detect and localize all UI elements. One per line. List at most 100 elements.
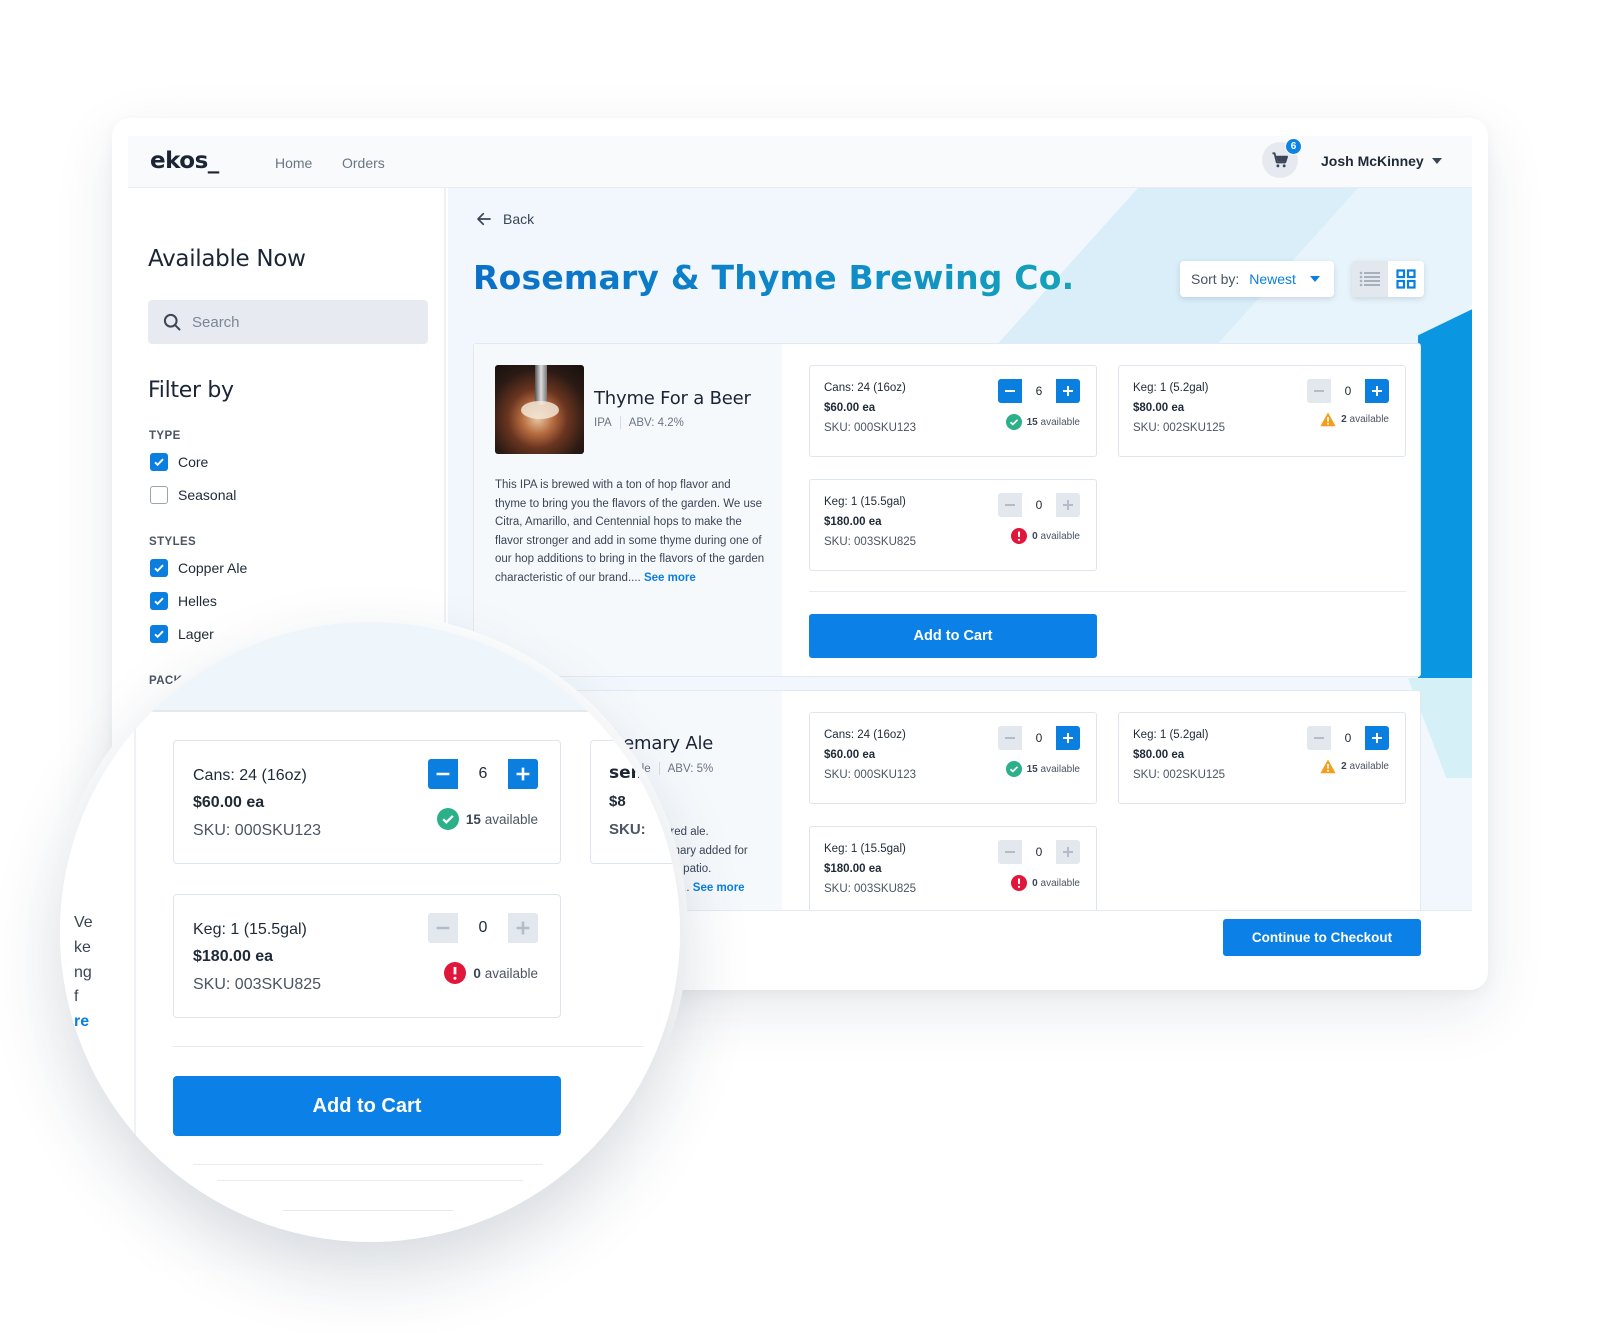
quantity-input[interactable] [1022,840,1056,864]
error-circle-icon [1011,875,1028,891]
checkbox-checked-icon[interactable] [150,559,168,577]
variant-sku: SKU: 000SKU123 [824,422,917,434]
search-input[interactable] [192,313,412,331]
decrement-button[interactable] [1307,379,1331,403]
checkbox-checked-icon[interactable] [150,453,168,471]
available-count: 0 [473,965,481,981]
filter-option-helles[interactable]: Helles [150,592,217,610]
list-view-button[interactable] [1352,261,1388,297]
product-style: IPA [594,416,612,429]
description-text: emary added for [664,844,748,857]
brewery-title: Rosemary & Thyme Brewing Co. [473,258,1075,297]
decrement-button[interactable] [998,379,1022,403]
decrement-button[interactable] [998,726,1022,750]
available-text: available [484,811,538,827]
checkbox-unchecked-icon[interactable] [150,486,168,504]
sidebar-title: Available Now [148,246,306,272]
description-text: ored ale. [664,826,709,838]
filter-option-seasonal[interactable]: Seasonal [150,486,236,504]
availability-status: 15 available [1005,761,1080,777]
top-navigation-bar: ekos_ Home Orders 6 Josh McKinney [128,136,1472,188]
variant-price: $60.00 ea [193,794,265,811]
product-image[interactable] [495,365,584,454]
variant-name: Keg: 1 (5.2gal) [1133,382,1209,394]
back-label: Back [503,211,535,227]
quantity-input[interactable] [1022,726,1056,750]
plus-icon [516,921,530,935]
user-menu-dropdown[interactable]: Josh McKinney [1321,153,1442,169]
available-text: available [1040,763,1080,775]
filter-option-copper-ale[interactable]: Copper Ale [150,559,247,577]
available-count: 0 [1032,877,1038,889]
quantity-input[interactable] [458,759,508,789]
filter-group-type-label: TYPE [149,430,181,442]
increment-button[interactable] [508,913,538,943]
product-name[interactable]: Thyme For a Beer [594,388,751,409]
decrement-button[interactable] [998,840,1022,864]
see-more-link[interactable]: See more [693,882,745,894]
filter-group-styles-label: STYLES [149,536,197,548]
variant-name: Keg: 1 (15.5gal) [824,496,906,508]
text-fragment: semary [609,763,680,783]
filter-option-label: Copper Ale [178,560,248,576]
magnified-variant-card: Keg: 1 (15.5gal) $180.00 ea SKU: 003SKU8… [173,894,561,1018]
checkbox-checked-icon[interactable] [150,592,168,610]
sort-value: Newest [1249,271,1296,287]
add-to-cart-button[interactable]: Add to Cart [173,1076,561,1136]
nav-orders-link[interactable]: Orders [342,155,385,171]
check-circle-icon [436,808,459,830]
add-to-cart-button[interactable]: Add to Cart [809,614,1097,658]
list-icon [1359,271,1380,287]
warning-triangle-icon [1320,412,1336,427]
check-circle-icon [1005,761,1022,777]
available-text: available [1040,416,1080,428]
available-count: 0 [1032,530,1038,542]
search-field[interactable] [148,300,428,344]
minus-icon [1314,737,1324,739]
divider [809,591,1406,592]
quantity-input[interactable] [1331,379,1365,403]
available-text: available [1349,414,1389,425]
quantity-stepper [428,759,538,789]
variant-price: $80.00 ea [1133,749,1185,761]
availability-status: 15 available [436,808,538,830]
quantity-input[interactable] [1022,379,1056,403]
variant-sku: SKU: 003SKU825 [824,883,917,895]
increment-button[interactable] [508,759,538,789]
nav-home-link[interactable]: Home [275,155,312,171]
available-text: available [1040,530,1080,542]
continue-to-checkout-button[interactable]: Continue to Checkout [1223,919,1421,956]
see-more-link[interactable]: See more [644,572,696,584]
quantity-stepper [998,726,1080,750]
variant-price: $60.00 ea [824,749,876,761]
increment-button[interactable] [1056,493,1080,517]
availability-status: 0 available [1011,528,1080,544]
increment-button[interactable] [1056,840,1080,864]
increment-button[interactable] [1365,379,1389,403]
increment-button[interactable] [1056,726,1080,750]
quantity-input[interactable] [458,913,508,943]
ekos-logo[interactable]: ekos_ [150,148,219,174]
decrement-button[interactable] [428,913,458,943]
shopping-cart-icon [1272,152,1288,168]
available-text: available [484,965,538,981]
text-fragment: Ve [74,914,93,931]
decrement-button[interactable] [998,493,1022,517]
grid-view-button[interactable] [1388,261,1424,297]
increment-button[interactable] [1056,379,1080,403]
error-circle-icon [1011,528,1028,544]
quantity-input[interactable] [1331,726,1365,750]
decrement-button[interactable] [1307,726,1331,750]
divider [283,1210,453,1211]
arrow-left-icon [477,212,491,226]
quantity-input[interactable] [1022,493,1056,517]
decrement-button[interactable] [428,759,458,789]
increment-button[interactable] [1365,726,1389,750]
minus-icon [1005,851,1015,853]
sort-label: Sort by: [1191,271,1240,287]
view-mode-toggle [1352,261,1424,297]
magnifier-callout: Ve ke ng f re Cans: 24 (16oz) $60.00 ea … [60,622,680,1242]
back-link[interactable]: Back [475,210,534,228]
filter-option-core[interactable]: Core [150,453,208,471]
sort-dropdown[interactable]: Sort by: Newest [1180,261,1334,297]
